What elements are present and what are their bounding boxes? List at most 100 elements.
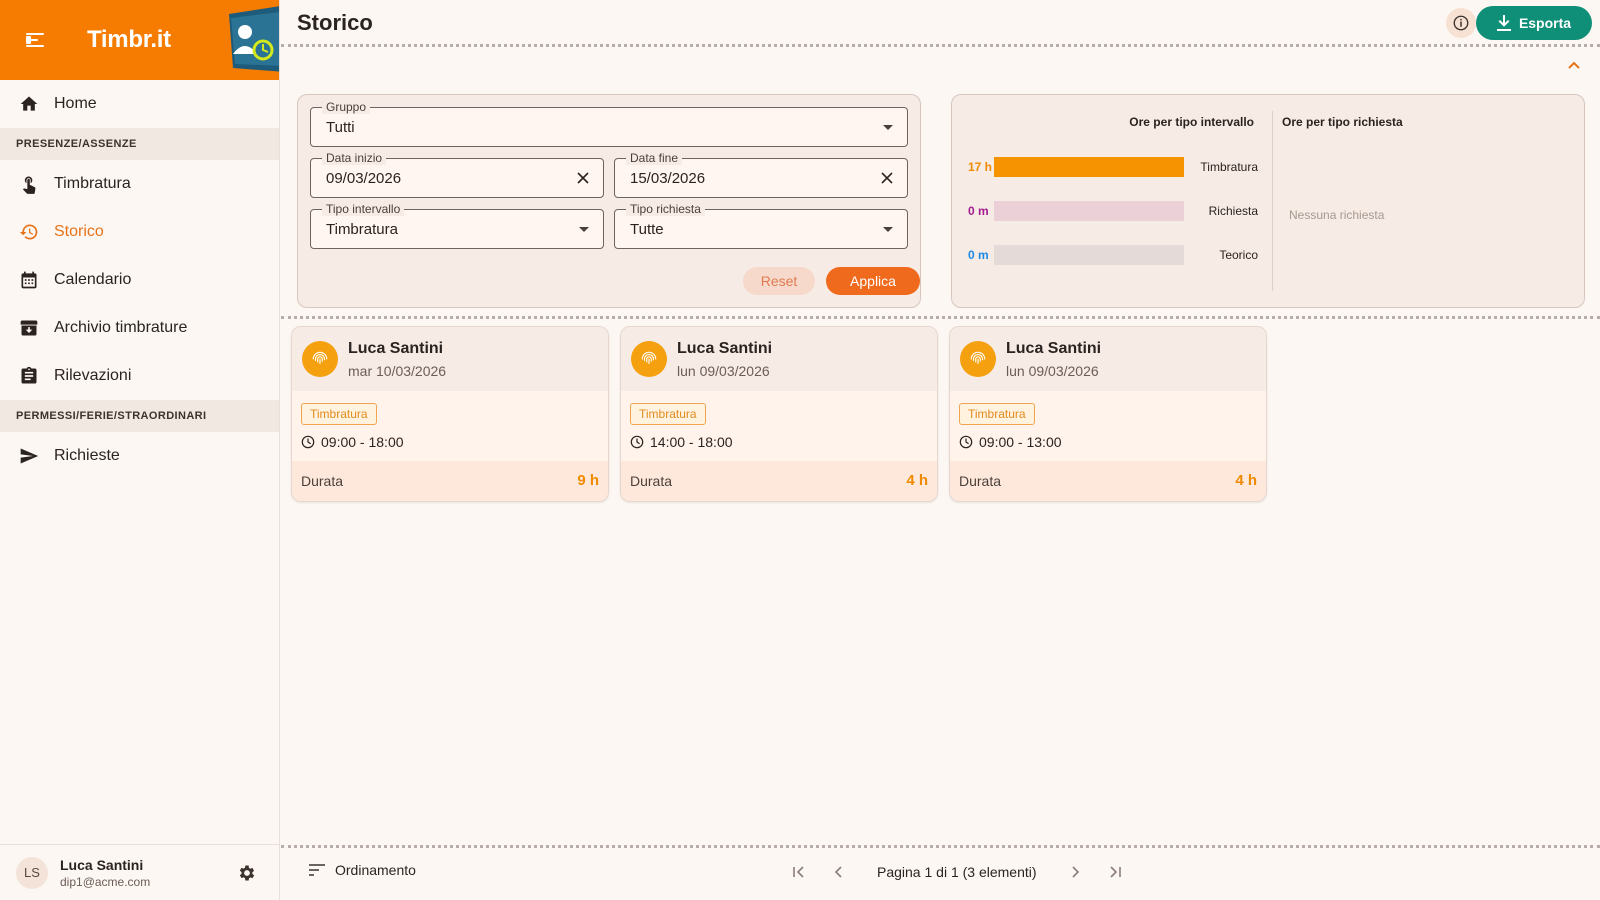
fingerprint-icon	[960, 341, 996, 377]
menu-toggle-icon[interactable]	[26, 30, 46, 50]
close-icon[interactable]	[575, 170, 591, 186]
stats-divider	[1272, 111, 1273, 291]
field-value: Tutti	[326, 119, 355, 136]
stat-track	[994, 157, 1184, 177]
stat-track	[994, 245, 1184, 265]
apply-button[interactable]: Applica	[826, 267, 920, 295]
empty-richieste-note: Nessuna richiesta	[1289, 208, 1385, 222]
sidebar-item-timbratura[interactable]: Timbratura	[0, 160, 279, 208]
user-email: dip1@acme.com	[60, 874, 151, 889]
main-content: Storico Esporta Gruppo Tutti Data inizio…	[281, 0, 1600, 900]
stat-value: 0 m	[968, 204, 989, 218]
status-badge: Timbratura	[630, 403, 706, 425]
tipo-intervallo-select[interactable]: Tipo intervallo Timbratura	[310, 202, 604, 249]
filters-panel: Gruppo Tutti Data inizio 09/03/2026 Data…	[297, 94, 921, 308]
stats-panel: Ore per tipo intervallo Ore per tipo ric…	[951, 94, 1585, 308]
info-icon	[1453, 15, 1469, 31]
timesheet-logo-icon	[229, 6, 279, 72]
card-employee-name: Luca Santini	[1006, 340, 1102, 357]
stat-row-timbratura: 17 h Timbratura	[968, 157, 1258, 177]
gruppo-select[interactable]: Gruppo Tutti	[310, 100, 908, 147]
next-page-icon[interactable]	[1061, 862, 1089, 882]
touch-icon	[18, 173, 40, 195]
tipo-richiesta-select[interactable]: Tipo richiesta Tutte	[614, 202, 908, 249]
archive-icon	[18, 317, 40, 339]
stat-label: Timbratura	[1200, 160, 1258, 174]
field-value: Timbratura	[326, 221, 398, 238]
reset-button[interactable]: Reset	[743, 267, 815, 295]
sort-button[interactable]: Ordinamento	[309, 862, 416, 878]
sidebar-item-label: Calendario	[54, 271, 132, 288]
dropdown-arrow-icon	[883, 227, 893, 232]
export-button[interactable]: Esporta	[1476, 6, 1592, 40]
info-button[interactable]	[1446, 8, 1476, 38]
sidebar-item-rilevazioni[interactable]: Rilevazioni	[0, 352, 279, 400]
sidebar-item-richieste[interactable]: Richieste	[0, 432, 279, 480]
user-profile: LS Luca Santini dip1@acme.com	[0, 844, 279, 900]
home-icon	[18, 93, 40, 115]
stat-value: 0 m	[968, 248, 989, 262]
record-card[interactable]: Luca Santini lun 09/03/2026 Timbratura 0…	[949, 326, 1267, 502]
card-time: 09:00 - 13:00	[959, 434, 1062, 450]
field-label: Data inizio	[322, 151, 387, 165]
chevron-up-icon[interactable]	[1566, 58, 1582, 74]
card-time: 14:00 - 18:00	[630, 434, 733, 450]
stats-header-intervallo: Ore per tipo intervallo	[1129, 115, 1254, 129]
calendar-icon	[18, 269, 40, 291]
page-indicator: Pagina 1 di 1 (3 elementi)	[877, 864, 1037, 880]
record-card[interactable]: Luca Santini mar 10/03/2026 Timbratura 0…	[291, 326, 609, 502]
data-inizio-field[interactable]: Data inizio 09/03/2026	[310, 151, 604, 198]
stats-header-richiesta: Ore per tipo richiesta	[1282, 115, 1403, 129]
divider	[281, 44, 1600, 47]
sidebar-item-calendario[interactable]: Calendario	[0, 256, 279, 304]
fingerprint-icon	[302, 341, 338, 377]
duration-label: Durata	[630, 473, 673, 489]
card-employee-name: Luca Santini	[677, 340, 773, 357]
card-date: lun 09/03/2026	[1006, 363, 1099, 379]
close-icon[interactable]	[879, 170, 895, 186]
status-badge: Timbratura	[301, 403, 377, 425]
record-card[interactable]: Luca Santini lun 09/03/2026 Timbratura 1…	[620, 326, 938, 502]
duration-value: 9 h	[577, 472, 599, 489]
last-page-icon[interactable]	[1101, 862, 1129, 882]
stat-label: Teorico	[1219, 248, 1258, 262]
field-label: Data fine	[626, 151, 683, 165]
export-label: Esporta	[1518, 15, 1572, 31]
clock-icon	[301, 435, 315, 449]
first-page-icon[interactable]	[785, 862, 813, 882]
stat-track	[994, 201, 1184, 221]
status-badge: Timbratura	[959, 403, 1035, 425]
dropdown-arrow-icon	[579, 227, 589, 232]
duration-value: 4 h	[906, 472, 928, 489]
sidebar-item-label: Storico	[54, 223, 104, 240]
duration-label: Durata	[959, 473, 1002, 489]
sidebar: Timbr.it Home PRESENZE/ASSENZE Timbratur…	[0, 0, 280, 900]
pagination: Pagina 1 di 1 (3 elementi)	[785, 862, 1129, 882]
sidebar-item-label: Timbratura	[54, 175, 131, 192]
sidebar-item-archivio[interactable]: Archivio timbrature	[0, 304, 279, 352]
card-employee-name: Luca Santini	[348, 340, 444, 357]
card-time-range: 09:00 - 18:00	[321, 434, 404, 450]
sidebar-section-presenze: PRESENZE/ASSENZE	[0, 128, 279, 160]
clock-icon	[959, 435, 973, 449]
card-time-range: 09:00 - 13:00	[979, 434, 1062, 450]
app-logo-text: Timbr.it	[87, 26, 171, 53]
stat-row-richiesta: 0 m Richiesta	[968, 201, 1258, 221]
field-label: Gruppo	[322, 100, 371, 114]
stat-value: 17 h	[968, 160, 993, 174]
data-fine-field[interactable]: Data fine 15/03/2026	[614, 151, 908, 198]
card-time: 09:00 - 18:00	[301, 434, 404, 450]
sort-icon	[309, 864, 325, 876]
sidebar-item-label: Richieste	[54, 447, 120, 464]
history-icon	[18, 221, 40, 243]
avatar: LS	[16, 856, 48, 889]
prev-page-icon[interactable]	[825, 862, 853, 882]
sidebar-item-label: Archivio timbrature	[54, 319, 188, 336]
clipboard-icon	[18, 365, 40, 387]
card-date: mar 10/03/2026	[348, 363, 447, 379]
gear-icon[interactable]	[237, 863, 257, 883]
sidebar-item-storico[interactable]: Storico	[0, 208, 279, 256]
stat-label: Richiesta	[1208, 204, 1258, 218]
sidebar-item-home[interactable]: Home	[0, 80, 279, 128]
dropdown-arrow-icon	[883, 125, 893, 130]
